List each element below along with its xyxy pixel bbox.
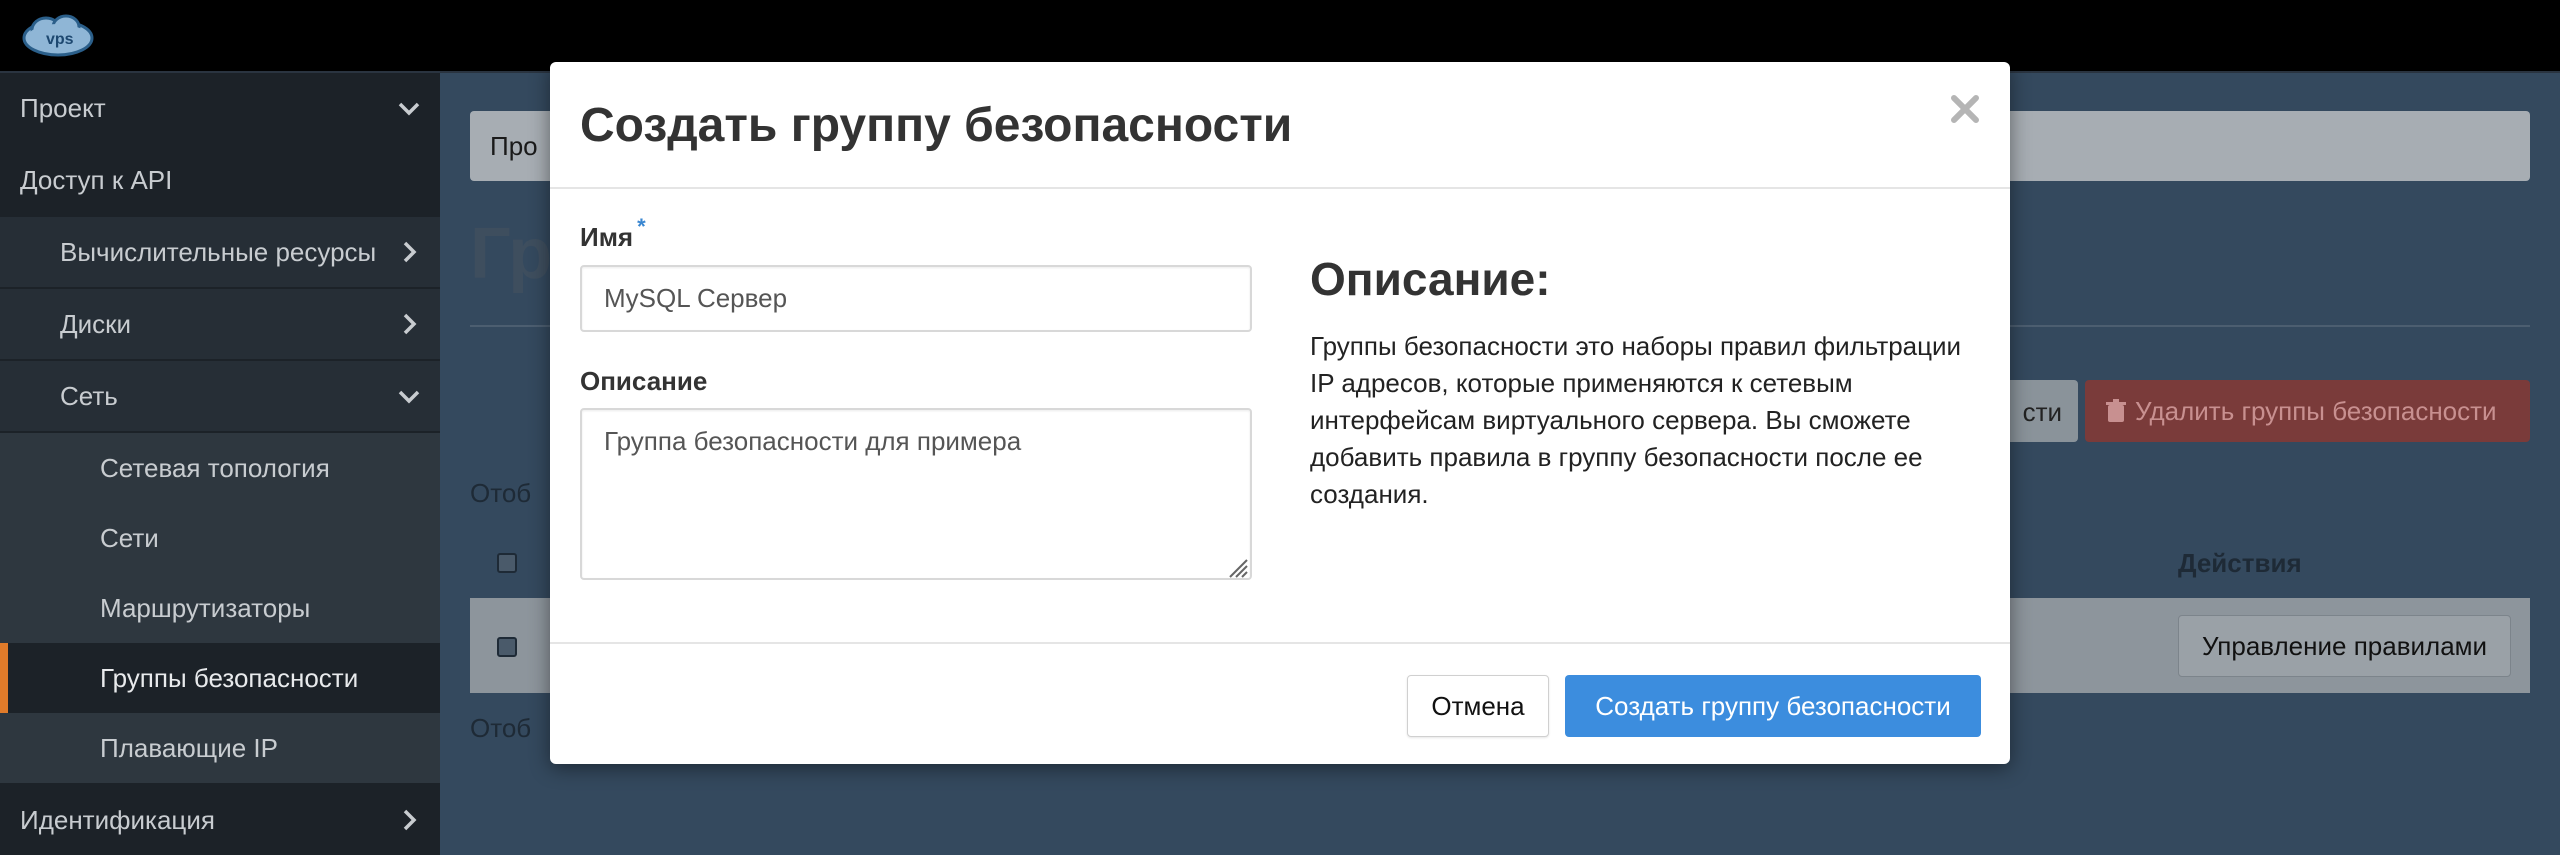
sidebar-item-api-access[interactable]: Доступ к API xyxy=(0,145,440,215)
sidebar-item-label: Идентификация xyxy=(20,804,215,835)
sidebar-item-label: Проект xyxy=(20,92,106,123)
actions-column-header: Действия xyxy=(2178,548,2302,578)
chevron-right-icon xyxy=(403,241,417,263)
create-security-group-modal: Создать группу безопасности Имя* Описани… xyxy=(550,62,2010,764)
description-field[interactable]: Группа безопасности для примера xyxy=(580,408,1252,580)
svg-text:vps: vps xyxy=(46,31,74,48)
required-mark: * xyxy=(637,214,646,239)
close-icon[interactable] xyxy=(1948,92,1982,126)
sidebar-item-label: Плавающие IP xyxy=(100,732,278,763)
modal-footer-divider xyxy=(550,642,2010,644)
modal-title: Создать группу безопасности xyxy=(580,99,1293,152)
cancel-button[interactable]: Отмена xyxy=(1407,675,1549,737)
sidebar-item-network[interactable]: Сеть xyxy=(0,361,440,431)
sidebar-item-label: Сетевая топология xyxy=(100,452,330,483)
chevron-down-icon xyxy=(398,390,420,404)
sidebar-item-label: Диски xyxy=(60,308,132,339)
sidebar-item-routers[interactable]: Маршрутизаторы xyxy=(0,573,440,643)
sidebar-item-label: Маршрутизаторы xyxy=(100,592,311,623)
sidebar-item-label: Доступ к API xyxy=(20,164,173,195)
sidebar: Проект Доступ к API Вычислительные ресур… xyxy=(0,73,440,855)
sidebar-item-label: Группы безопасности xyxy=(100,662,359,693)
description-field-label: Описание xyxy=(580,366,708,396)
sidebar-item-compute[interactable]: Вычислительные ресурсы xyxy=(0,217,440,287)
item-count-text: Отоб xyxy=(470,478,532,508)
sidebar-item-identity[interactable]: Идентификация xyxy=(0,785,440,855)
name-field[interactable] xyxy=(580,265,1252,332)
modal-header: Создать группу безопасности xyxy=(550,62,2010,189)
item-count-text-bottom: Отоб xyxy=(470,713,532,743)
name-label-text: Имя xyxy=(580,222,634,252)
chevron-right-icon xyxy=(403,809,417,831)
sidebar-item-volumes[interactable]: Диски xyxy=(0,289,440,359)
trash-icon xyxy=(2106,399,2126,422)
sidebar-item-label: Сеть xyxy=(60,380,118,411)
vps-logo[interactable]: vps xyxy=(18,10,96,60)
select-all-checkbox[interactable] xyxy=(497,553,517,573)
chevron-down-icon xyxy=(398,102,420,116)
help-text: Группы безопасности это наборы правил фи… xyxy=(1310,331,1962,509)
name-field-label: Имя * xyxy=(580,214,646,253)
breadcrumb-text: Про xyxy=(490,131,538,161)
delete-security-groups-button[interactable]: Удалить группы безопасности xyxy=(2085,380,2530,442)
sidebar-item-network-topology[interactable]: Сетевая топология xyxy=(0,433,440,503)
sidebar-item-networks[interactable]: Сети xyxy=(0,503,440,573)
sidebar-item-label: Вычислительные ресурсы xyxy=(60,236,377,267)
sidebar-item-security-groups[interactable]: Группы безопасности xyxy=(0,643,440,713)
resize-handle-icon[interactable] xyxy=(1226,556,1248,578)
button-label: сти xyxy=(2022,397,2062,427)
button-label: Управление правилами xyxy=(2201,630,2488,661)
page-title: Гр xyxy=(470,214,553,294)
chevron-right-icon xyxy=(403,313,417,335)
create-security-group-submit-button[interactable]: Создать группу безопасности xyxy=(1565,675,1981,737)
help-title: Описание: xyxy=(1310,253,1551,305)
manage-rules-button[interactable]: Управление правилами xyxy=(2178,615,2511,677)
sidebar-item-label: Сети xyxy=(100,522,159,553)
sidebar-item-floating-ips[interactable]: Плавающие IP xyxy=(0,713,440,783)
row-checkbox[interactable] xyxy=(497,637,517,657)
button-label: Удалить группы безопасности xyxy=(2135,395,2497,426)
sidebar-item-project[interactable]: Проект xyxy=(0,73,440,143)
